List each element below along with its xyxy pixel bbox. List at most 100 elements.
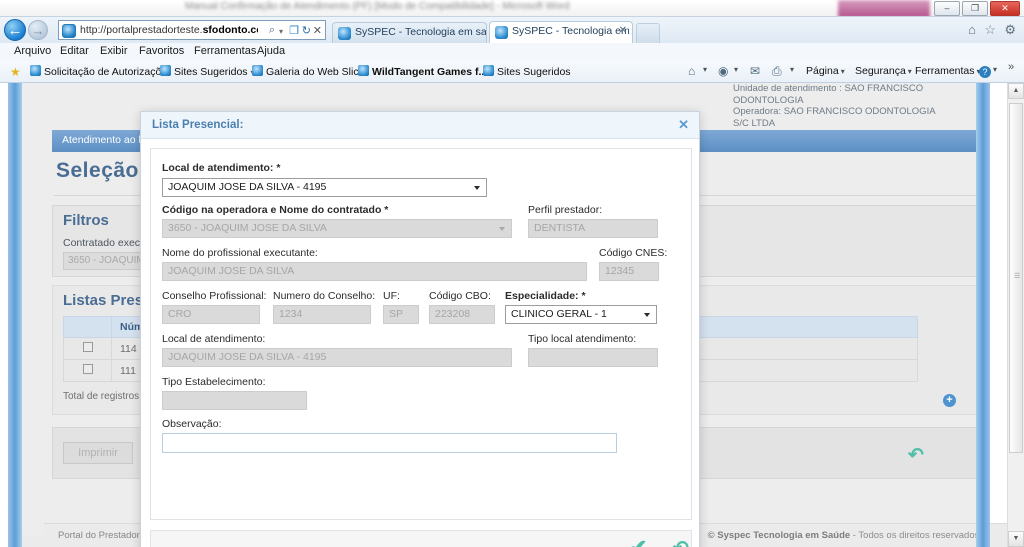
footer-rights: - Todos os direitos reservados. [850, 530, 982, 541]
chevron-down-icon[interactable]: ▾ [841, 67, 845, 76]
tab-2-label: SySPEC - Tecnologia em sa... [512, 25, 632, 37]
favorite-sites-sugeridos-1[interactable]: Sites Sugeridos▾ [160, 65, 255, 78]
maximize-button[interactable]: ❐ [962, 1, 988, 16]
footer-copyright: © Syspec Tecnologia em Saúde - Todos os … [708, 530, 982, 541]
label-local-atendimento-top: Local de atendimento: * [162, 162, 281, 174]
command-label: Ferramentas [915, 65, 975, 77]
input-observacao[interactable] [162, 433, 617, 453]
lista-presencial-modal: Lista Presencial: ✕ Local de atendimento… [140, 111, 700, 547]
input-codigo-cbo-value: 223208 [435, 308, 471, 320]
command-label: Página [806, 65, 839, 77]
favorite-label: Sites Sugeridos [497, 66, 571, 78]
tab-close-icon[interactable]: ✕ [619, 25, 627, 36]
chevron-down-icon[interactable]: ▾ [993, 65, 997, 74]
search-icon[interactable]: ⌕ [269, 24, 275, 37]
filters-title: Filtros [63, 212, 109, 229]
scroll-up-icon[interactable]: ▲ [1008, 83, 1024, 99]
feeds-icon[interactable]: ◉ [718, 64, 728, 78]
unidade-line-2: ODONTOLOGIA [733, 94, 804, 106]
favorite-sites-sugeridos-2[interactable]: Sites Sugeridos [483, 65, 571, 78]
menu-item-ajuda[interactable]: Ajuda [257, 45, 285, 57]
desktop: Manual Confirmação de Atendimento (PF) [… [0, 0, 1024, 547]
help-icon[interactable]: ? [979, 66, 991, 78]
command-seguranca[interactable]: Segurança ▾ [855, 65, 912, 77]
window-controls: – ❐ ✕ [934, 1, 1020, 16]
label-observacao: Observação: [162, 418, 222, 430]
select-local-atendimento-top[interactable]: JOAQUIM JOSE DA SILVA - 4195 [162, 178, 487, 197]
chevron-down-icon[interactable]: ▾ [279, 27, 283, 36]
home-icon[interactable]: ⌂ [688, 64, 695, 78]
row-checkbox-cell[interactable] [63, 337, 112, 360]
favorite-wildtangent[interactable]: WildTangent Games f...▾ [358, 65, 494, 78]
chevron-down-icon[interactable]: ▾ [908, 67, 912, 76]
favorite-label: Solicitação de Autorizaçõ... [44, 66, 171, 78]
add-favorite-star-icon[interactable]: ★ [10, 65, 21, 79]
print-icon[interactable]: ⎙ [772, 64, 782, 79]
input-tipo-estabelecimento [162, 391, 307, 410]
favorite-favicon-icon [358, 65, 369, 76]
operadora-line-1: Operadora: SAO FRANCISCO ODONTOLOGIA [733, 106, 936, 117]
command-pagina[interactable]: Página ▾ [806, 65, 845, 77]
back-arrow-icon[interactable]: ↶ [908, 444, 924, 467]
menu-item-editar[interactable]: Editar [60, 45, 89, 57]
menu-bar: Arquivo Editar Exibir Favoritos Ferramen… [0, 43, 1024, 61]
menu-item-arquivo[interactable]: Arquivo [14, 45, 51, 57]
new-tab-button[interactable] [636, 23, 660, 43]
favorite-galeria-web-slice[interactable]: Galeria do Web Slice [252, 65, 364, 78]
input-perfil-prestador-value: DENTISTA [534, 222, 586, 234]
select-codigo-contratado[interactable]: 3650 - JOAQUIM JOSE DA SILVA [162, 219, 512, 238]
total-records-label: Total de registros: 2 [63, 391, 151, 402]
vertical-scrollbar[interactable]: ▲ ☰ ▼ [1007, 83, 1024, 547]
print-button[interactable]: Imprimir [63, 442, 133, 464]
menu-item-exibir[interactable]: Exibir [100, 45, 128, 57]
scroll-down-icon[interactable]: ▼ [1008, 531, 1024, 547]
input-numero-conselho-value: 1234 [279, 308, 303, 320]
home-icon[interactable]: ⌂ [968, 22, 976, 37]
select-codigo-contratado-value: 3650 - JOAQUIM JOSE DA SILVA [168, 222, 327, 234]
row-checkbox[interactable] [82, 342, 93, 352]
label-tipo-estabelecimento: Tipo Estabelecimento: [162, 376, 266, 388]
page-right-band [976, 83, 990, 547]
command-ferramentas[interactable]: Ferramentas▾ [915, 65, 981, 77]
back-icon[interactable]: ← [4, 19, 26, 41]
chevron-down-icon[interactable] [474, 186, 480, 190]
label-perfil-prestador: Perfil prestador: [528, 204, 603, 216]
browser-tab-1[interactable]: SySPEC - Tecnologia em saúde [332, 22, 487, 43]
add-icon[interactable]: + [943, 394, 956, 407]
chevron-down-icon[interactable] [644, 313, 650, 317]
minimize-button[interactable]: – [934, 1, 960, 16]
browser-tab-2[interactable]: SySPEC - Tecnologia em sa... ✕ [489, 21, 633, 43]
favorite-label: Galeria do Web Slice [266, 66, 365, 78]
close-button[interactable]: ✕ [990, 1, 1020, 16]
input-conselho-profissional: CRO [162, 305, 260, 324]
select-especialidade[interactable]: CLINICO GERAL - 1 [505, 305, 657, 324]
row-checkbox[interactable] [82, 364, 93, 374]
forward-icon[interactable]: → [28, 20, 48, 40]
chevron-down-icon[interactable]: ▾ [790, 65, 794, 74]
mail-icon[interactable]: ✉ [750, 64, 760, 78]
menu-item-favoritos[interactable]: Favoritos [139, 45, 184, 57]
input-codigo-cnes-value: 12345 [605, 265, 635, 277]
chevron-down-icon[interactable]: ▾ [734, 65, 738, 74]
label-tipo-local: Tipo local atendimento: [528, 333, 637, 345]
address-bar[interactable]: http://portalprestadorteste.sfodonto.com… [58, 20, 326, 40]
row-checkbox-cell[interactable] [63, 359, 112, 382]
favorite-solicitacao[interactable]: Solicitação de Autorizaçõ... [30, 65, 170, 78]
stop-icon[interactable]: ✕ [313, 24, 322, 37]
menu-item-ferramentas[interactable]: Ferramentas [194, 45, 256, 57]
chevron-down-icon[interactable]: ▾ [703, 65, 707, 74]
overflow-icon[interactable]: » [1008, 61, 1014, 73]
page-header-info: Unidade de atendimento : SAO FRANCISCO O… [733, 83, 948, 129]
favorite-favicon-icon [483, 65, 494, 76]
close-icon[interactable]: ✕ [678, 117, 689, 133]
gear-icon[interactable]: ⚙ [1004, 22, 1016, 38]
input-codigo-cnes: 12345 [599, 262, 659, 281]
chevron-down-icon[interactable] [499, 227, 505, 231]
compatibility-view-icon[interactable]: ❐ [289, 24, 299, 37]
scrollbar-thumb[interactable]: ☰ [1009, 103, 1023, 453]
tab-favicon-icon [338, 27, 351, 40]
select-especialidade-value: CLINICO GERAL - 1 [511, 308, 607, 320]
refresh-icon[interactable]: ↻ [302, 24, 311, 37]
favorites-star-icon[interactable]: ☆ [984, 22, 996, 38]
command-label: Segurança [855, 65, 906, 77]
